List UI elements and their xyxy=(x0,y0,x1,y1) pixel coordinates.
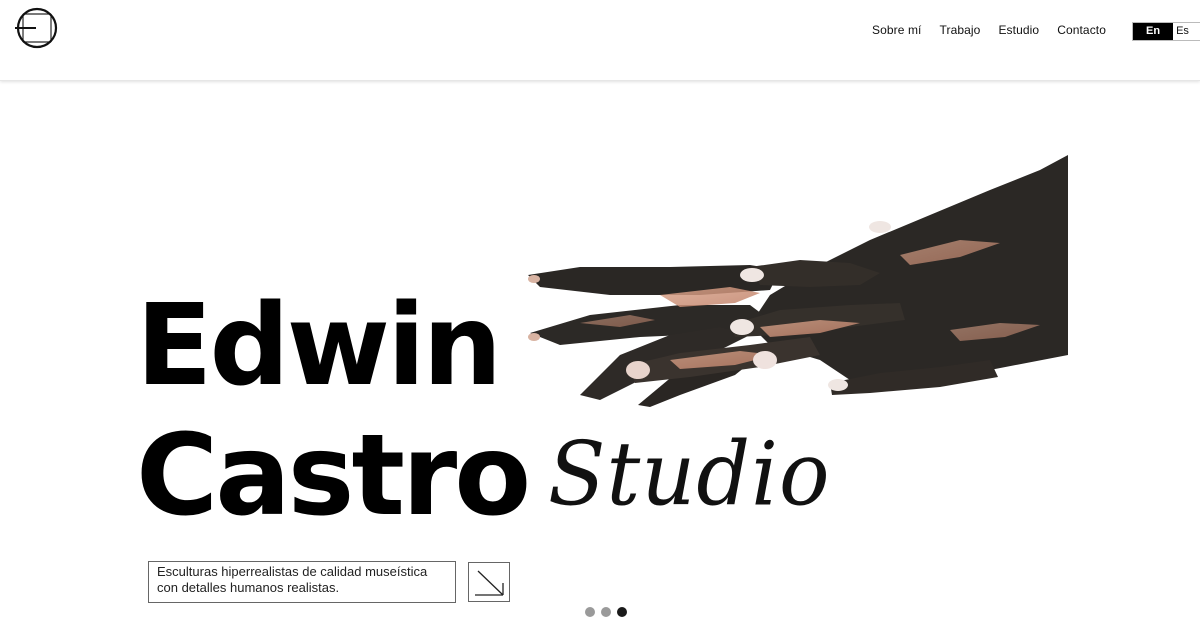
nav-item-trabajo[interactable]: Trabajo xyxy=(940,22,981,38)
nav-item-sobre-mi[interactable]: Sobre mí xyxy=(872,22,922,38)
arrow-down-right-icon xyxy=(475,570,504,596)
main-nav: Sobre mí Trabajo Estudio Contacto xyxy=(872,22,1106,38)
nav-item-contacto[interactable]: Contacto xyxy=(1057,22,1106,38)
page: Sobre mí Trabajo Estudio Contacto En Es xyxy=(0,0,1200,630)
carousel-dots xyxy=(585,607,627,617)
tagline-line-1: Esculturas hiperrealistas de calidad mus… xyxy=(157,564,428,579)
carousel-dot-2[interactable] xyxy=(601,607,611,617)
nav-item-estudio[interactable]: Estudio xyxy=(998,22,1039,38)
hero-title-first-name: Edwin xyxy=(136,281,502,411)
language-switcher: En Es xyxy=(1132,22,1200,41)
logo[interactable] xyxy=(14,7,60,49)
sculpted-hands-image xyxy=(528,155,1068,407)
hero-tagline: Esculturas hiperrealistas de calidad mus… xyxy=(148,561,456,603)
language-en-button[interactable]: En xyxy=(1133,23,1174,40)
language-es-button[interactable]: Es xyxy=(1173,23,1200,40)
site-header: Sobre mí Trabajo Estudio Contacto En Es xyxy=(0,0,1200,81)
carousel-dot-1[interactable] xyxy=(585,607,595,617)
tagline-line-2: con detalles humanos realistas. xyxy=(157,580,340,595)
hero-title-last-name: Castro xyxy=(136,411,531,541)
hero-title-script: Studio xyxy=(548,422,831,526)
circle-frame-logo-icon xyxy=(15,7,58,49)
carousel-dot-3[interactable] xyxy=(617,607,627,617)
scroll-arrow-button[interactable] xyxy=(468,562,510,602)
